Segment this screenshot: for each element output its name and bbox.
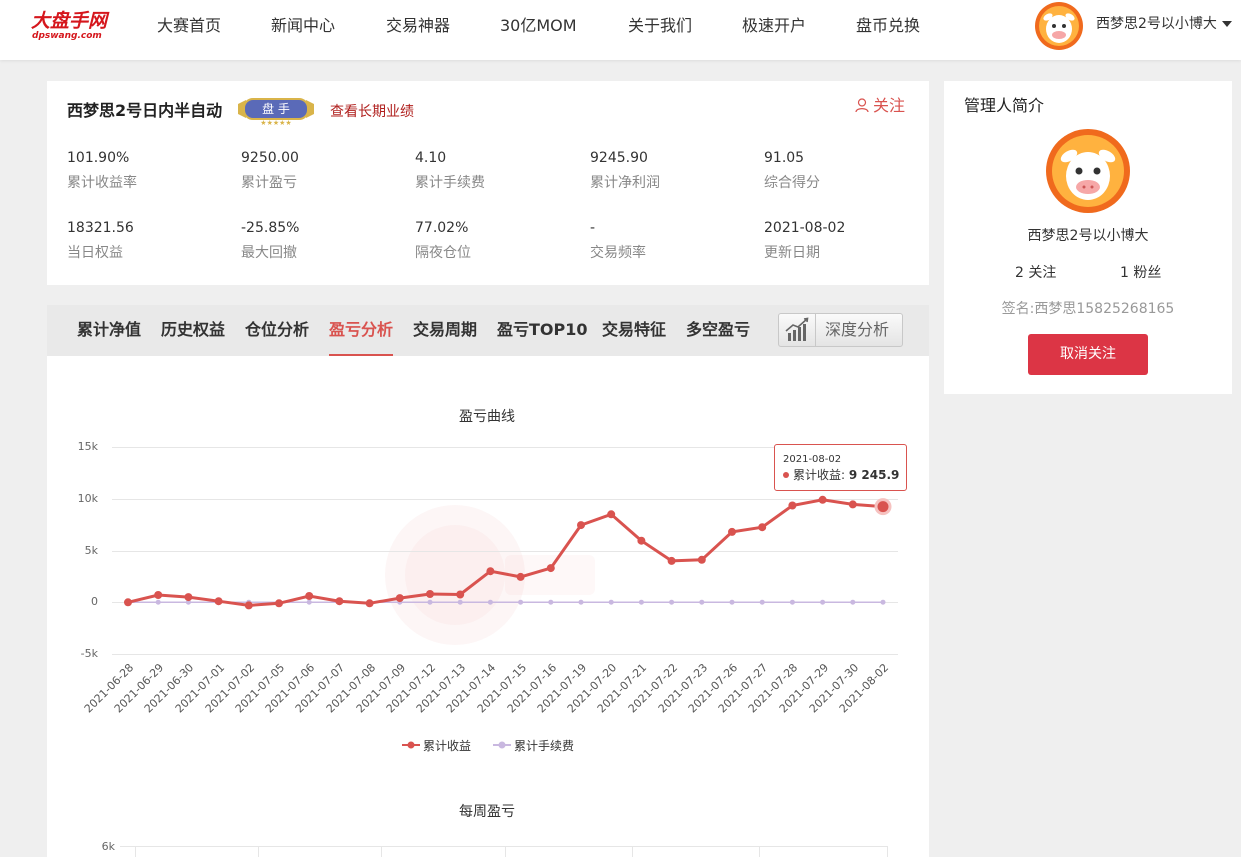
manager-name: 西梦思2号以小博大 <box>1027 228 1149 244</box>
manager-following-count[interactable]: 2 关注 <box>1015 263 1056 283</box>
manager-fans-count[interactable]: 1 粉丝 <box>1120 263 1161 283</box>
manager-signature: 签名:西梦思15825268165 <box>1001 301 1175 317</box>
unfollow-button[interactable]: 取消关注 <box>1028 334 1148 375</box>
manager-panel-title: 管理人简介 <box>964 96 1045 115</box>
manager-avatar <box>1046 129 1130 213</box>
